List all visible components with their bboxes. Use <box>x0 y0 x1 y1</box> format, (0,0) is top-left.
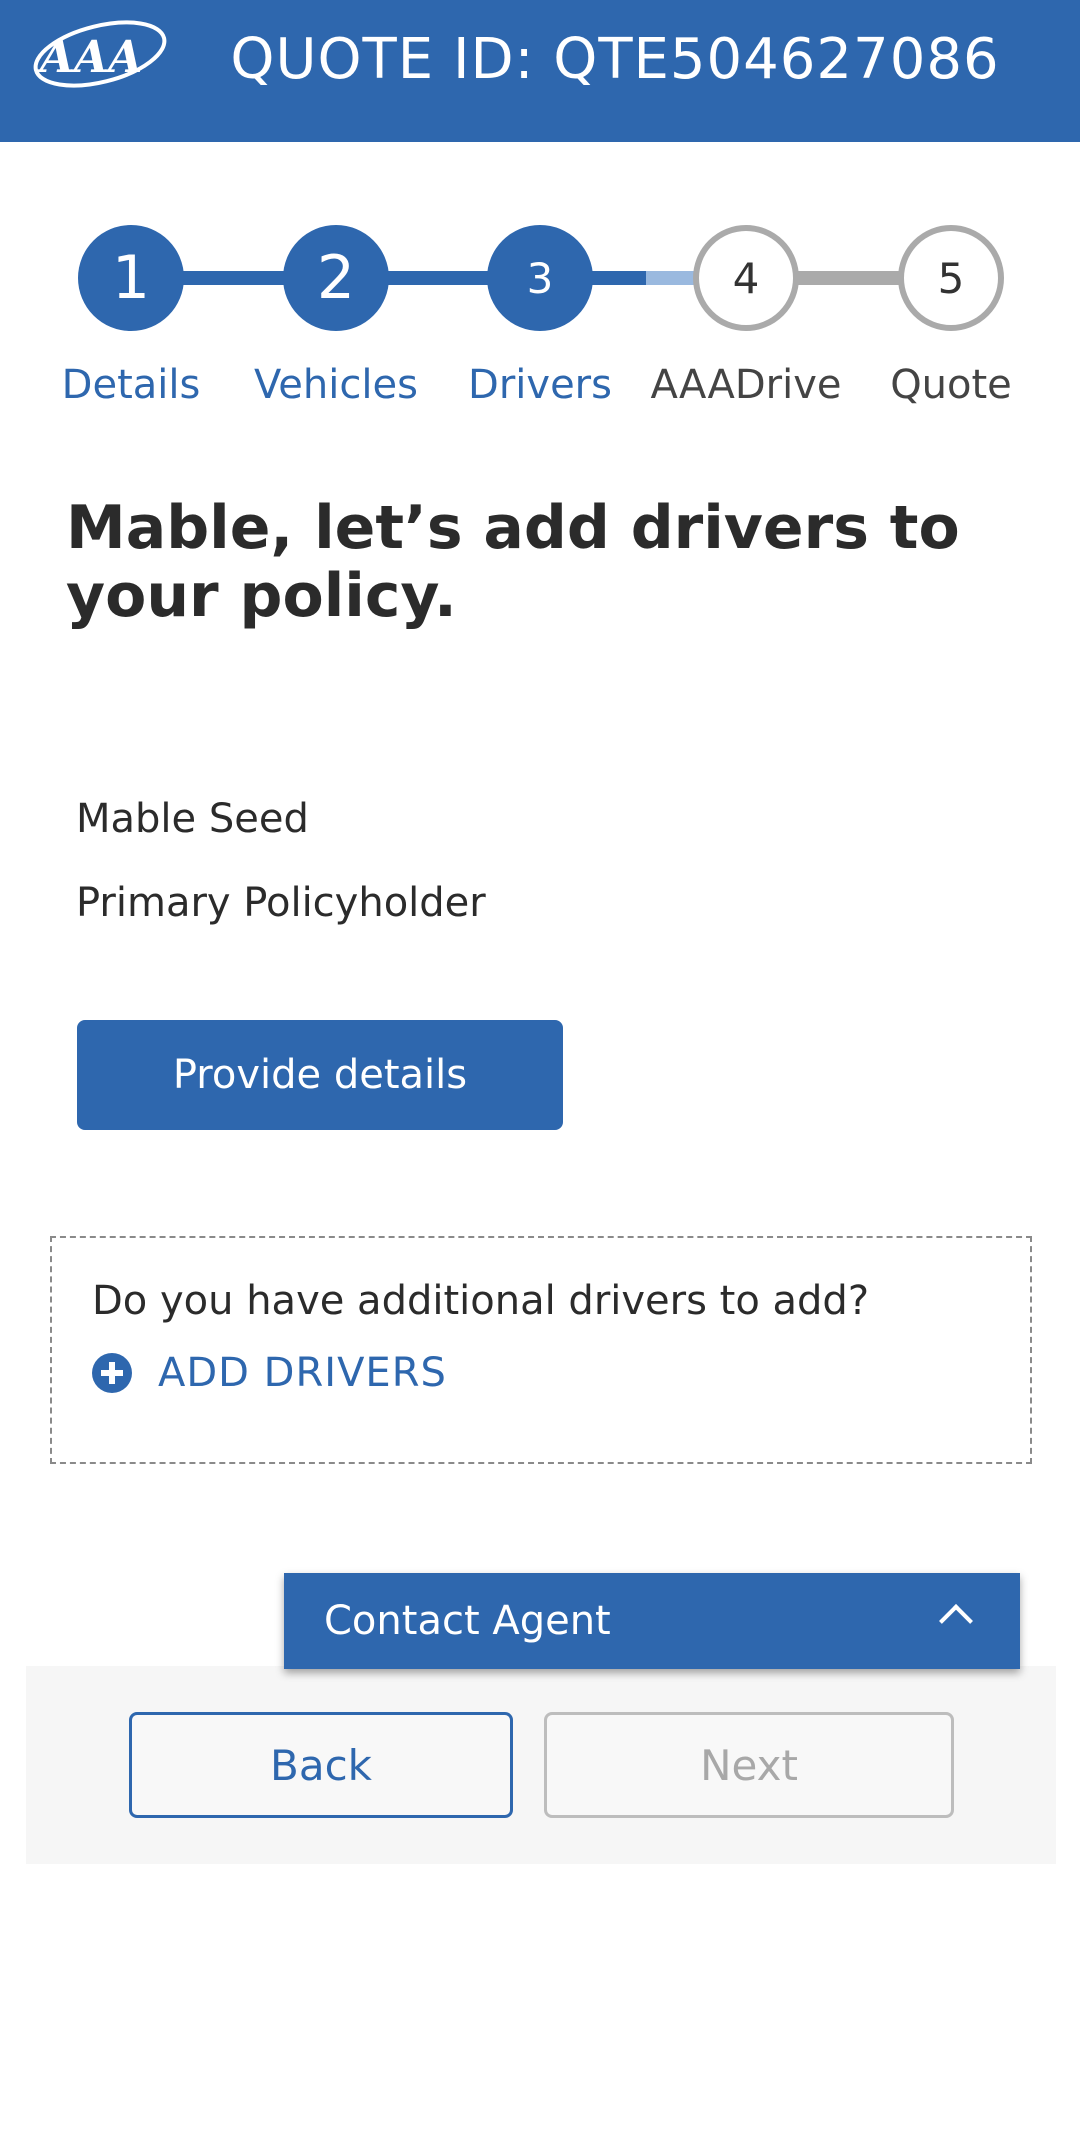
add-drivers-question: Do you have additional drivers to add? <box>92 1278 870 1324</box>
chevron-up-icon <box>939 1604 973 1638</box>
step-5-label: Quote <box>890 362 1012 408</box>
plus-circle-icon <box>92 1353 132 1393</box>
step-5-circle: 5 <box>898 225 1004 331</box>
back-button[interactable]: Back <box>129 1712 513 1818</box>
step-1-circle: 1 <box>78 225 184 331</box>
step-2-circle: 2 <box>283 225 389 331</box>
contact-agent-toggle[interactable]: Contact Agent <box>284 1573 1020 1669</box>
step-3-label: Drivers <box>468 362 612 408</box>
add-drivers-label: ADD DRIVERS <box>158 1350 447 1396</box>
next-button[interactable]: Next <box>544 1712 954 1818</box>
progress-stepper: 1 2 3 4 5 Details Vehicles Drivers AAADr… <box>0 0 1080 430</box>
page-title: Mable, let’s add drivers to your policy. <box>66 493 960 631</box>
step-1-label: Details <box>61 362 201 408</box>
driver-role: Primary Policyholder <box>76 880 486 926</box>
driver-name: Mable Seed <box>76 796 309 842</box>
step-2-label: Vehicles <box>254 362 418 408</box>
provide-details-button[interactable]: Provide details <box>77 1020 563 1130</box>
step-4-label: AAADrive <box>650 362 842 408</box>
add-drivers-panel: Do you have additional drivers to add? A… <box>50 1236 1032 1464</box>
step-3-circle: 3 <box>487 225 593 331</box>
contact-agent-label: Contact Agent <box>324 1598 611 1644</box>
add-drivers-link[interactable]: ADD DRIVERS <box>92 1350 447 1396</box>
step-connector-3-4-partial <box>646 271 696 285</box>
step-4-circle: 4 <box>693 225 799 331</box>
